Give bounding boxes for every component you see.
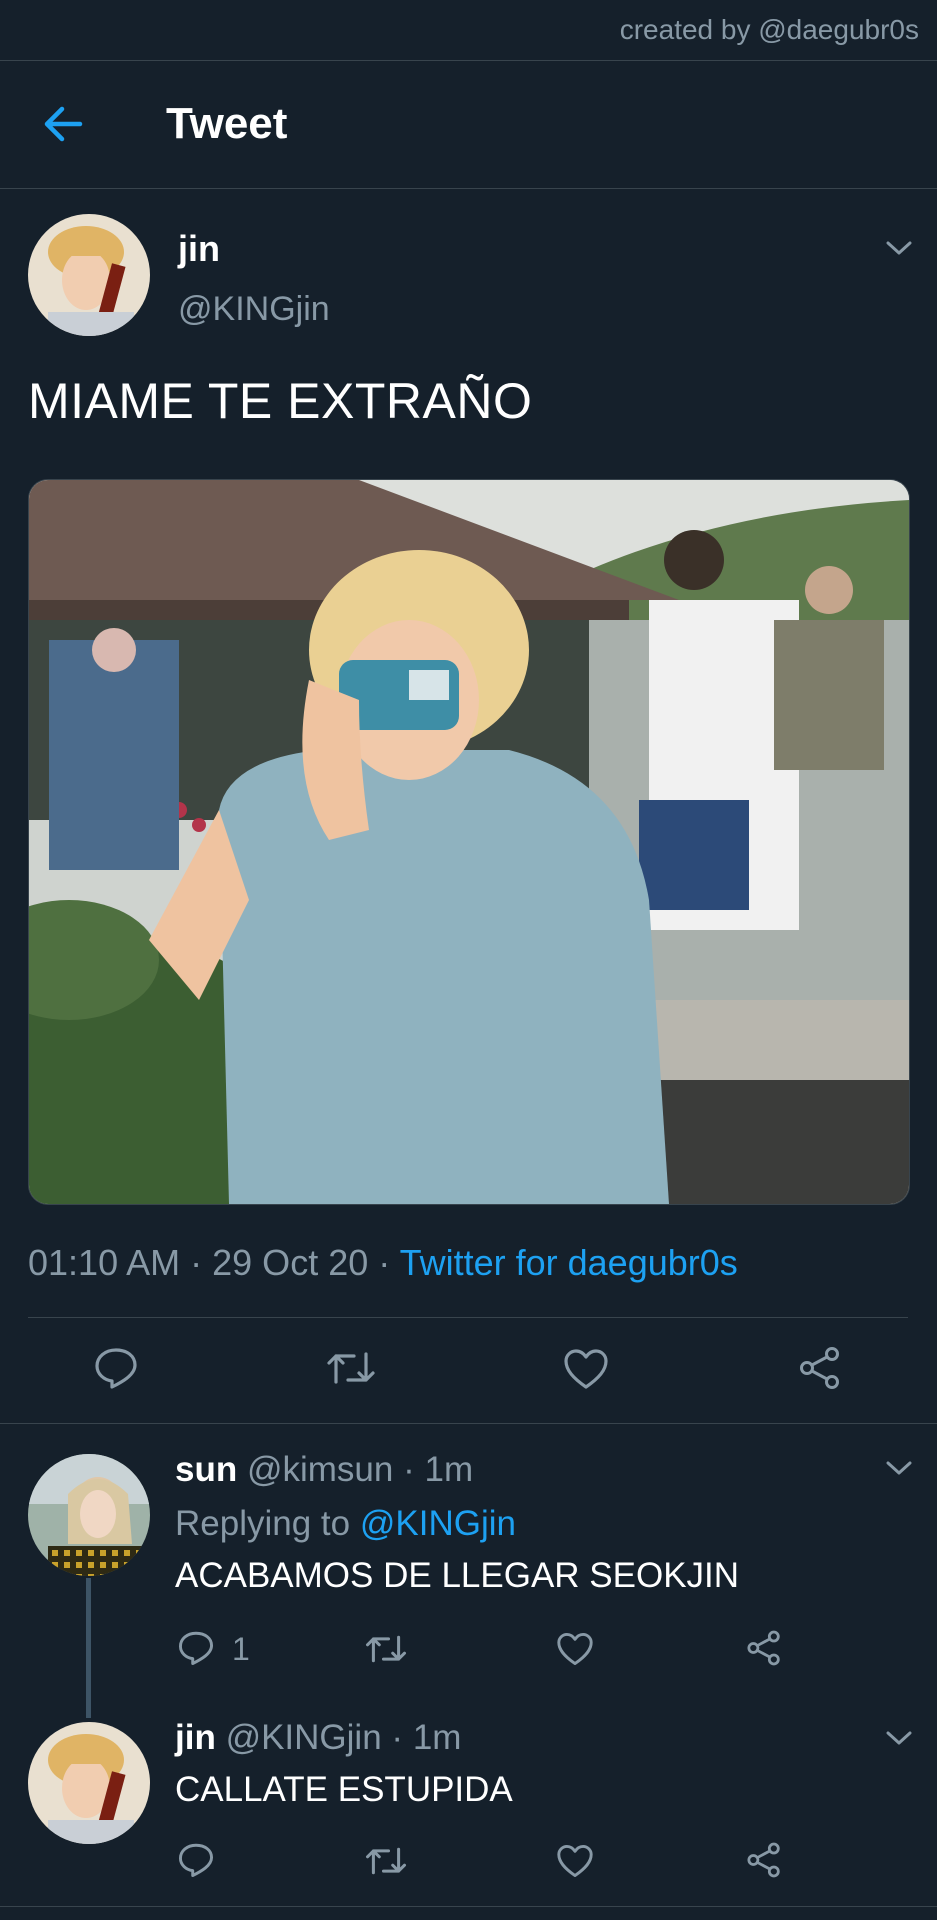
reply-icon[interactable] [178, 1842, 214, 1878]
tweet-photo[interactable] [28, 479, 910, 1205]
retweet-icon[interactable] [365, 1844, 407, 1878]
replying-to: Replying to @KINGjin [175, 1504, 516, 1544]
reply-header: sun @kimsun · 1m [175, 1450, 473, 1490]
tweet-text: MIAME TE EXTRAÑO [28, 373, 533, 429]
replying-to-handle[interactable]: @KINGjin [360, 1504, 516, 1543]
reply-text: CALLATE ESTUPIDA [175, 1770, 513, 1809]
reply-author-name[interactable]: sun [175, 1450, 237, 1489]
meta-separator: · [378, 1242, 391, 1283]
tweet-time: 01:10 AM [28, 1242, 181, 1283]
divider [0, 1906, 937, 1907]
author-avatar[interactable] [28, 214, 150, 336]
reply-time: 1m [412, 1718, 462, 1757]
reply-author-handle[interactable]: @kimsun [247, 1450, 393, 1489]
chevron-down-icon[interactable] [884, 238, 914, 258]
header-bar: Tweet [0, 61, 937, 189]
tweet-source-link[interactable]: Twitter for daegubr0s [400, 1242, 738, 1283]
reply-icon[interactable] [94, 1346, 138, 1390]
reply-header: jin @KINGjin · 1m [175, 1718, 461, 1758]
meta-separator: · [391, 1718, 404, 1757]
arrow-left-icon[interactable] [40, 101, 86, 147]
reply-author-name[interactable]: jin [175, 1718, 216, 1757]
reply-time: 1m [424, 1450, 474, 1489]
tweet-meta: 01:10 AM · 29 Oct 20 · Twitter for daegu… [28, 1242, 738, 1284]
reply-icon[interactable] [178, 1630, 214, 1666]
reply-text: ACABAMOS DE LLEGAR SEOKJIN [175, 1556, 740, 1595]
share-icon[interactable] [798, 1346, 842, 1390]
author-name[interactable]: jin [178, 228, 220, 270]
chevron-down-icon[interactable] [884, 1728, 914, 1748]
tweet-date: 29 Oct 20 [212, 1242, 369, 1283]
like-icon[interactable] [556, 1632, 594, 1666]
like-icon[interactable] [563, 1348, 609, 1390]
author-handle[interactable]: @KINGjin [178, 290, 330, 329]
like-icon[interactable] [556, 1844, 594, 1878]
share-icon[interactable] [746, 1630, 782, 1666]
credit-bar: created by @daegubr0s [0, 0, 937, 61]
reply-author-handle[interactable]: @KINGjin [226, 1718, 382, 1757]
retweet-icon[interactable] [326, 1348, 376, 1388]
meta-separator: · [403, 1450, 415, 1489]
reply-avatar[interactable] [28, 1454, 150, 1576]
credit-text: created by @daegubr0s [619, 14, 919, 45]
meta-separator: · [190, 1242, 203, 1283]
reply-avatar[interactable] [28, 1722, 150, 1844]
share-icon[interactable] [746, 1842, 782, 1878]
reply-count: 1 [232, 1631, 250, 1667]
divider [0, 1423, 937, 1424]
chevron-down-icon[interactable] [884, 1458, 914, 1478]
divider [28, 1317, 908, 1318]
replying-prefix: Replying to [175, 1504, 351, 1543]
page-title: Tweet [166, 99, 288, 148]
thread-line [86, 1578, 91, 1718]
retweet-icon[interactable] [365, 1632, 407, 1666]
